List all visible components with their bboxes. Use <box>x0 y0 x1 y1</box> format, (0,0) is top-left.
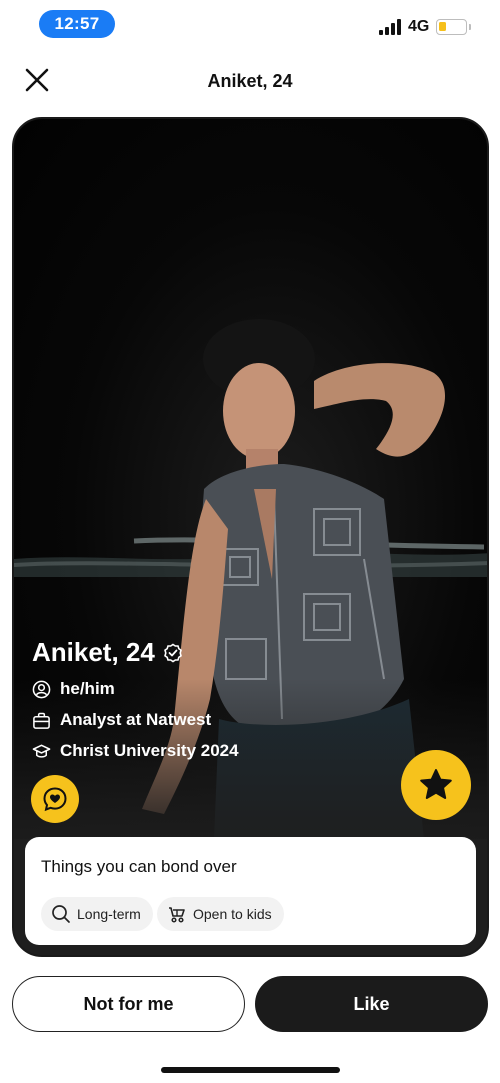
heart-chat-icon <box>43 787 67 812</box>
profile-name-row: Aniket, 24 <box>32 637 183 668</box>
chip-label: Open to kids <box>193 906 272 922</box>
status-time: 12:57 <box>39 10 115 38</box>
briefcase-icon <box>33 712 50 729</box>
chip-label: Long-term <box>77 906 141 922</box>
home-indicator[interactable] <box>161 1067 340 1073</box>
star-icon <box>420 769 452 799</box>
network-type: 4G <box>408 18 430 35</box>
battery-level <box>439 22 446 31</box>
not-for-me-button[interactable]: Not for me <box>12 976 245 1032</box>
signal-icon <box>379 19 401 35</box>
profile-card[interactable]: Aniket, 24 he/him Analyst at Natwest Chr… <box>12 117 489 957</box>
page-title: Aniket, 24 <box>207 71 293 91</box>
verified-icon <box>163 643 182 662</box>
status-bar: 12:57 4G <box>0 0 500 48</box>
chip-long-term: Long-term <box>41 897 153 931</box>
job-text: Analyst at Natwest <box>60 710 212 729</box>
profile-name: Aniket, 24 <box>32 637 155 667</box>
search-icon <box>52 905 70 923</box>
education-text: Christ University 2024 <box>60 741 239 760</box>
person-icon <box>32 680 51 698</box>
pronouns-text: he/him <box>60 679 115 698</box>
bond-over-panel: Things you can bond over Long-term Open … <box>25 837 476 945</box>
pronouns-row: he/him <box>32 679 115 699</box>
bond-over-title: Things you can bond over <box>41 857 237 876</box>
stroller-icon <box>169 907 185 923</box>
education-row: Christ University 2024 <box>32 741 239 761</box>
chip-open-to-kids: Open to kids <box>157 897 284 931</box>
like-button[interactable]: Like <box>255 976 488 1032</box>
battery-tip <box>469 24 471 30</box>
profile-header: Aniket, 24 <box>0 55 500 107</box>
graduation-cap-icon <box>32 744 51 758</box>
job-row: Analyst at Natwest <box>32 710 211 730</box>
bond-prompt-button[interactable] <box>31 775 79 823</box>
superlike-button[interactable] <box>401 750 471 820</box>
battery-icon <box>436 19 467 35</box>
